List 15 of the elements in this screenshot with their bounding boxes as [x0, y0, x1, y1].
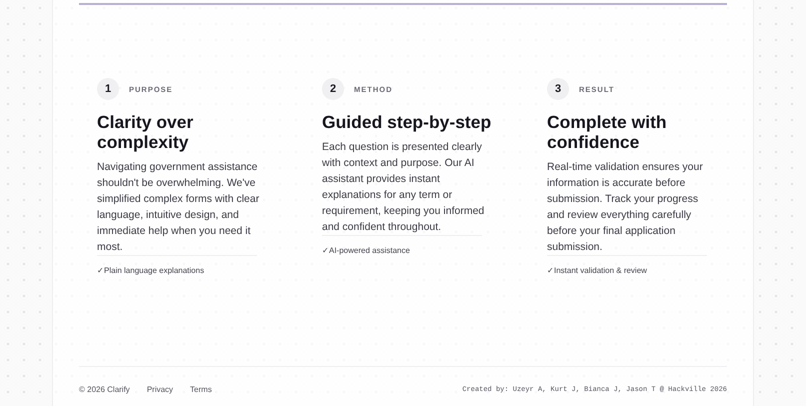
feature-text: ✓AI-powered assistance: [322, 246, 410, 255]
step-number: 1: [97, 78, 119, 100]
step-title: Guided step-by-step: [322, 112, 492, 132]
step-title: Complete with confidence: [547, 112, 668, 152]
footer-link[interactable]: Privacy: [146, 385, 174, 394]
footer-link[interactable]: Terms: [190, 385, 212, 394]
step-description: Each question is presented clearly with context and purpose. Our AI assistant provides instant explanations for any term or requirement, keeping you informed and confident throughout.: [322, 140, 486, 235]
feature-text: ✓Plain language explanations: [97, 266, 204, 275]
step-number: 3: [547, 78, 569, 100]
feature-text: ✓Instant validation & review: [547, 266, 647, 275]
step-title: Clarity over complexity: [97, 112, 194, 152]
step-number: 2: [322, 78, 344, 100]
copyright-text: © 2026 Clarify: [79, 385, 130, 394]
step-description: Real-time validation ensures your information is accurate before submission. Track your progress and review everything carefully before your final application submission.: [547, 160, 704, 255]
step-description: Navigating government assistance shouldn't be overwhelming. We've simplified complex forms with clear language, intuitive design, and immediate help when you need it most.: [97, 160, 260, 255]
